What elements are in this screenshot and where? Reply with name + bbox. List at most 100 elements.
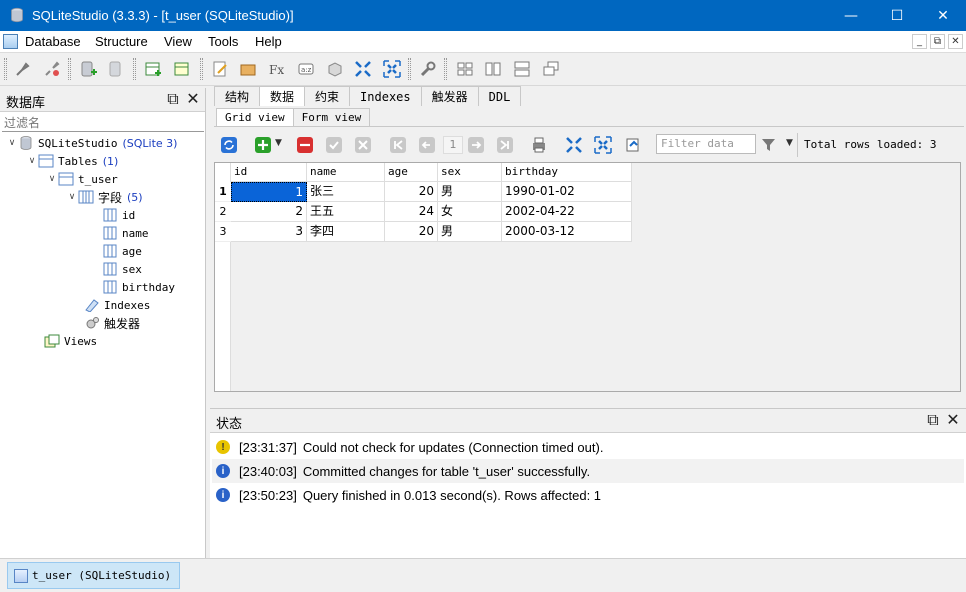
filter-config-icon[interactable] [624, 136, 642, 154]
cell-name[interactable]: 李四 [307, 222, 385, 242]
column-header[interactable]: age [385, 163, 438, 182]
page-number-input[interactable]: 1 [443, 136, 463, 154]
grid-collapse-icon[interactable] [565, 136, 583, 154]
insert-dropdown-arrow-icon[interactable]: ▼ [275, 138, 282, 148]
tree-item-column[interactable]: age [102, 242, 142, 260]
filter-funnel-icon[interactable] [760, 136, 778, 154]
disconnect-database-icon[interactable] [42, 59, 62, 79]
tree-item-columns[interactable]: ∨ 字段 (5) [66, 188, 143, 206]
tree-item-indexes[interactable]: Indexes [84, 296, 150, 314]
menu-help[interactable]: Help [255, 34, 282, 49]
tree-item-database[interactable]: ∨ SQLiteStudio (SQLite 3) [6, 134, 177, 152]
cell-sex[interactable]: 女 [438, 202, 502, 222]
cell-age[interactable]: 20 [385, 222, 438, 242]
close-window-button[interactable]: ✕ [920, 0, 966, 31]
cell-id[interactable]: 2 [231, 202, 307, 222]
cascade-windows-icon[interactable] [541, 59, 561, 79]
collations-icon[interactable]: a:z [296, 59, 316, 79]
database-filter-input[interactable] [2, 114, 204, 132]
cell-age[interactable]: 20 [385, 182, 438, 202]
column-header[interactable]: sex [438, 163, 502, 182]
last-page-icon[interactable] [496, 136, 514, 154]
connect-database-icon[interactable] [13, 59, 33, 79]
menu-view[interactable]: View [164, 34, 192, 49]
cell-id[interactable]: 1 [231, 182, 307, 202]
maximize-button[interactable]: ☐ [874, 0, 920, 31]
panel-close-icon[interactable]: ✕ [184, 90, 202, 108]
tab-indexes[interactable]: Indexes [349, 86, 422, 106]
row-number[interactable]: 3 [215, 222, 231, 242]
toolbar-grip[interactable] [133, 58, 136, 80]
first-page-icon[interactable] [389, 136, 407, 154]
tab-data[interactable]: 数据 [259, 86, 306, 106]
mdi-restore-button[interactable]: ⧉ [930, 34, 945, 49]
expand-arrow-icon[interactable]: ∨ [66, 192, 78, 202]
panel-restore-icon[interactable]: ⧉ [924, 411, 942, 429]
expand-all-icon[interactable] [382, 59, 402, 79]
open-sql-icon[interactable] [238, 59, 258, 79]
minimize-button[interactable]: — [828, 0, 874, 31]
mdi-close-button[interactable]: ✕ [948, 34, 963, 49]
expand-arrow-icon[interactable]: ∨ [46, 174, 58, 184]
create-table-icon[interactable] [143, 59, 163, 79]
config-wrench-icon[interactable] [418, 59, 438, 79]
column-header[interactable]: birthday [502, 163, 632, 182]
tree-item-views[interactable]: Views [44, 332, 97, 350]
cell-id[interactable]: 3 [231, 222, 307, 242]
tile-horizontal-icon[interactable] [483, 59, 503, 79]
cell-sex[interactable]: 男 [438, 222, 502, 242]
data-grid[interactable]: id name age sex birthday 1 1 张三 20 男 199… [214, 162, 961, 392]
add-database-icon[interactable] [78, 59, 98, 79]
mdi-minimize-button[interactable]: _ [912, 34, 927, 49]
row-number[interactable]: 1 [215, 182, 231, 202]
toolbar-grip[interactable] [408, 58, 411, 80]
cell-name[interactable]: 王五 [307, 202, 385, 222]
tab-ddl[interactable]: DDL [477, 86, 522, 106]
tab-structure[interactable]: 结构 [214, 86, 261, 106]
tree-item-table-t-user[interactable]: ∨ t_user [46, 170, 118, 188]
refresh-icon[interactable] [220, 136, 238, 154]
insert-row-icon[interactable] [254, 136, 272, 154]
toolbar-grip[interactable] [68, 58, 71, 80]
toolbar-grip[interactable] [4, 58, 7, 80]
tab-constraints[interactable]: 约束 [304, 86, 351, 106]
tree-item-tables[interactable]: ∨ Tables (1) [26, 152, 118, 170]
mdi-window-icon[interactable] [3, 34, 18, 49]
extensions-icon[interactable] [325, 59, 345, 79]
delete-row-icon[interactable] [296, 136, 314, 154]
tree-item-column[interactable]: sex [102, 260, 142, 278]
menu-structure[interactable]: Structure [95, 34, 148, 49]
column-header[interactable]: name [307, 163, 385, 182]
row-number[interactable]: 2 [215, 202, 231, 222]
sql-editor-icon[interactable] [210, 59, 230, 79]
rollback-icon[interactable] [354, 136, 372, 154]
column-header[interactable]: id [231, 163, 307, 182]
filter-data-input[interactable]: Filter data [656, 134, 756, 154]
tree-item-triggers[interactable]: 触发器 [84, 314, 140, 332]
panel-close-icon[interactable]: ✕ [944, 411, 962, 429]
cell-birthday[interactable]: 2002-04-22 [502, 202, 632, 222]
tree-item-column[interactable]: id [102, 206, 135, 224]
print-icon[interactable] [530, 136, 548, 154]
tab-triggers[interactable]: 触发器 [420, 86, 479, 106]
tile-windows-icon[interactable] [455, 59, 475, 79]
cell-name[interactable]: 张三 [307, 182, 385, 202]
tree-item-column[interactable]: birthday [102, 278, 175, 296]
expand-arrow-icon[interactable]: ∨ [6, 138, 18, 148]
toolbar-grip[interactable] [200, 58, 203, 80]
tree-item-column[interactable]: name [102, 224, 149, 242]
tile-vertical-icon[interactable] [512, 59, 532, 79]
previous-page-icon[interactable] [418, 136, 436, 154]
next-page-icon[interactable] [467, 136, 485, 154]
filter-dropdown-arrow-icon[interactable]: ▼ [786, 138, 793, 148]
functions-icon[interactable]: Fx [266, 59, 286, 79]
tab-grid-view[interactable]: Grid view [216, 108, 294, 126]
grid-expand-icon[interactable] [594, 136, 612, 154]
commit-icon[interactable] [325, 136, 343, 154]
edit-table-icon[interactable] [172, 59, 192, 79]
task-window-button[interactable]: t_user (SQLiteStudio) [7, 562, 180, 589]
toolbar-grip[interactable] [444, 58, 447, 80]
cell-age[interactable]: 24 [385, 202, 438, 222]
expand-arrow-icon[interactable]: ∨ [26, 156, 38, 166]
cell-birthday[interactable]: 1990-01-02 [502, 182, 632, 202]
